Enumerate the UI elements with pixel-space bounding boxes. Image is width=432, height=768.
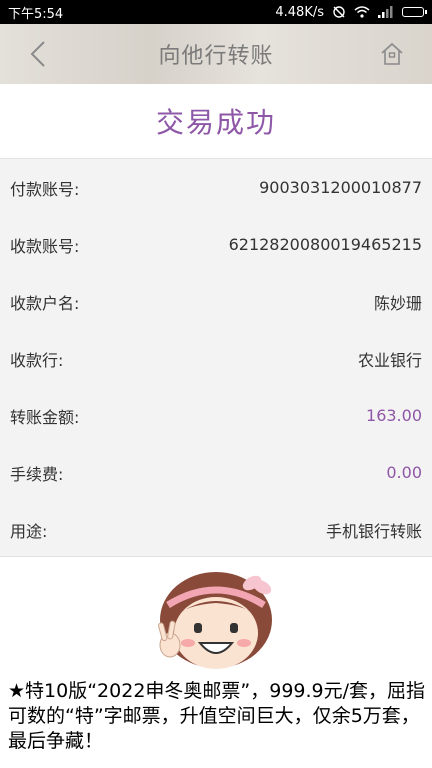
detail-label: 转账金额:	[10, 407, 80, 427]
detail-label: 收款行:	[10, 350, 64, 370]
back-button[interactable]	[22, 38, 54, 70]
alarm-icon	[332, 5, 346, 19]
detail-label: 用途:	[10, 521, 48, 541]
detail-label: 手续费:	[10, 464, 64, 484]
status-icons: 4.48K/s	[275, 4, 427, 20]
ad-banner[interactable]: ★特10版“2022申冬奥邮票”，999.9元/套，屈指可数的“特”字邮票，升值…	[0, 557, 432, 768]
detail-value: 9003031200010877	[259, 178, 422, 197]
detail-label: 收款账号:	[10, 236, 80, 256]
battery-icon	[402, 7, 427, 17]
detail-value: 农业银行	[357, 350, 422, 370]
detail-row-fee: 手续费: 0.00	[0, 444, 432, 501]
detail-row-payer-account: 付款账号: 9003031200010877	[0, 159, 432, 216]
signal-icon	[378, 6, 394, 18]
status-bar: 下午5:54 4.48K/s	[0, 0, 432, 24]
detail-value: 陈妙珊	[373, 293, 422, 313]
detail-value: 手机银行转账	[325, 521, 422, 541]
ad-text[interactable]: ★特10版“2022申冬奥邮票”，999.9元/套，屈指可数的“特”字邮票，升值…	[8, 679, 428, 754]
status-time: 下午5:54	[8, 6, 64, 22]
result-header: 交易成功	[0, 84, 432, 158]
detail-row-payee-account: 收款账号: 6212820080019465215	[0, 216, 432, 273]
girl-mascot-icon	[158, 572, 272, 669]
detail-label: 收款户名:	[10, 293, 80, 313]
nav-bar: 向他行转账	[0, 24, 432, 84]
wifi-icon	[354, 6, 370, 18]
chevron-left-icon	[30, 41, 45, 67]
detail-row-purpose: 用途: 手机银行转账	[0, 501, 432, 558]
home-button[interactable]	[376, 38, 408, 70]
home-icon	[381, 42, 403, 65]
network-speed: 4.48K/s	[275, 4, 324, 20]
detail-label: 付款账号:	[10, 179, 80, 199]
detail-value: 6212820080019465215	[228, 235, 422, 254]
page-title: 向他行转账	[158, 44, 274, 69]
transfer-details: 付款账号: 9003031200010877 收款账号: 62128200800…	[0, 158, 432, 557]
detail-row-payee-bank: 收款行: 农业银行	[0, 330, 432, 387]
fee-value: 0.00	[386, 463, 422, 482]
detail-row-payee-name: 收款户名: 陈妙珊	[0, 273, 432, 330]
amount-value: 163.00	[366, 406, 422, 425]
transaction-status: 交易成功	[155, 106, 276, 139]
detail-row-amount: 转账金额: 163.00	[0, 387, 432, 444]
